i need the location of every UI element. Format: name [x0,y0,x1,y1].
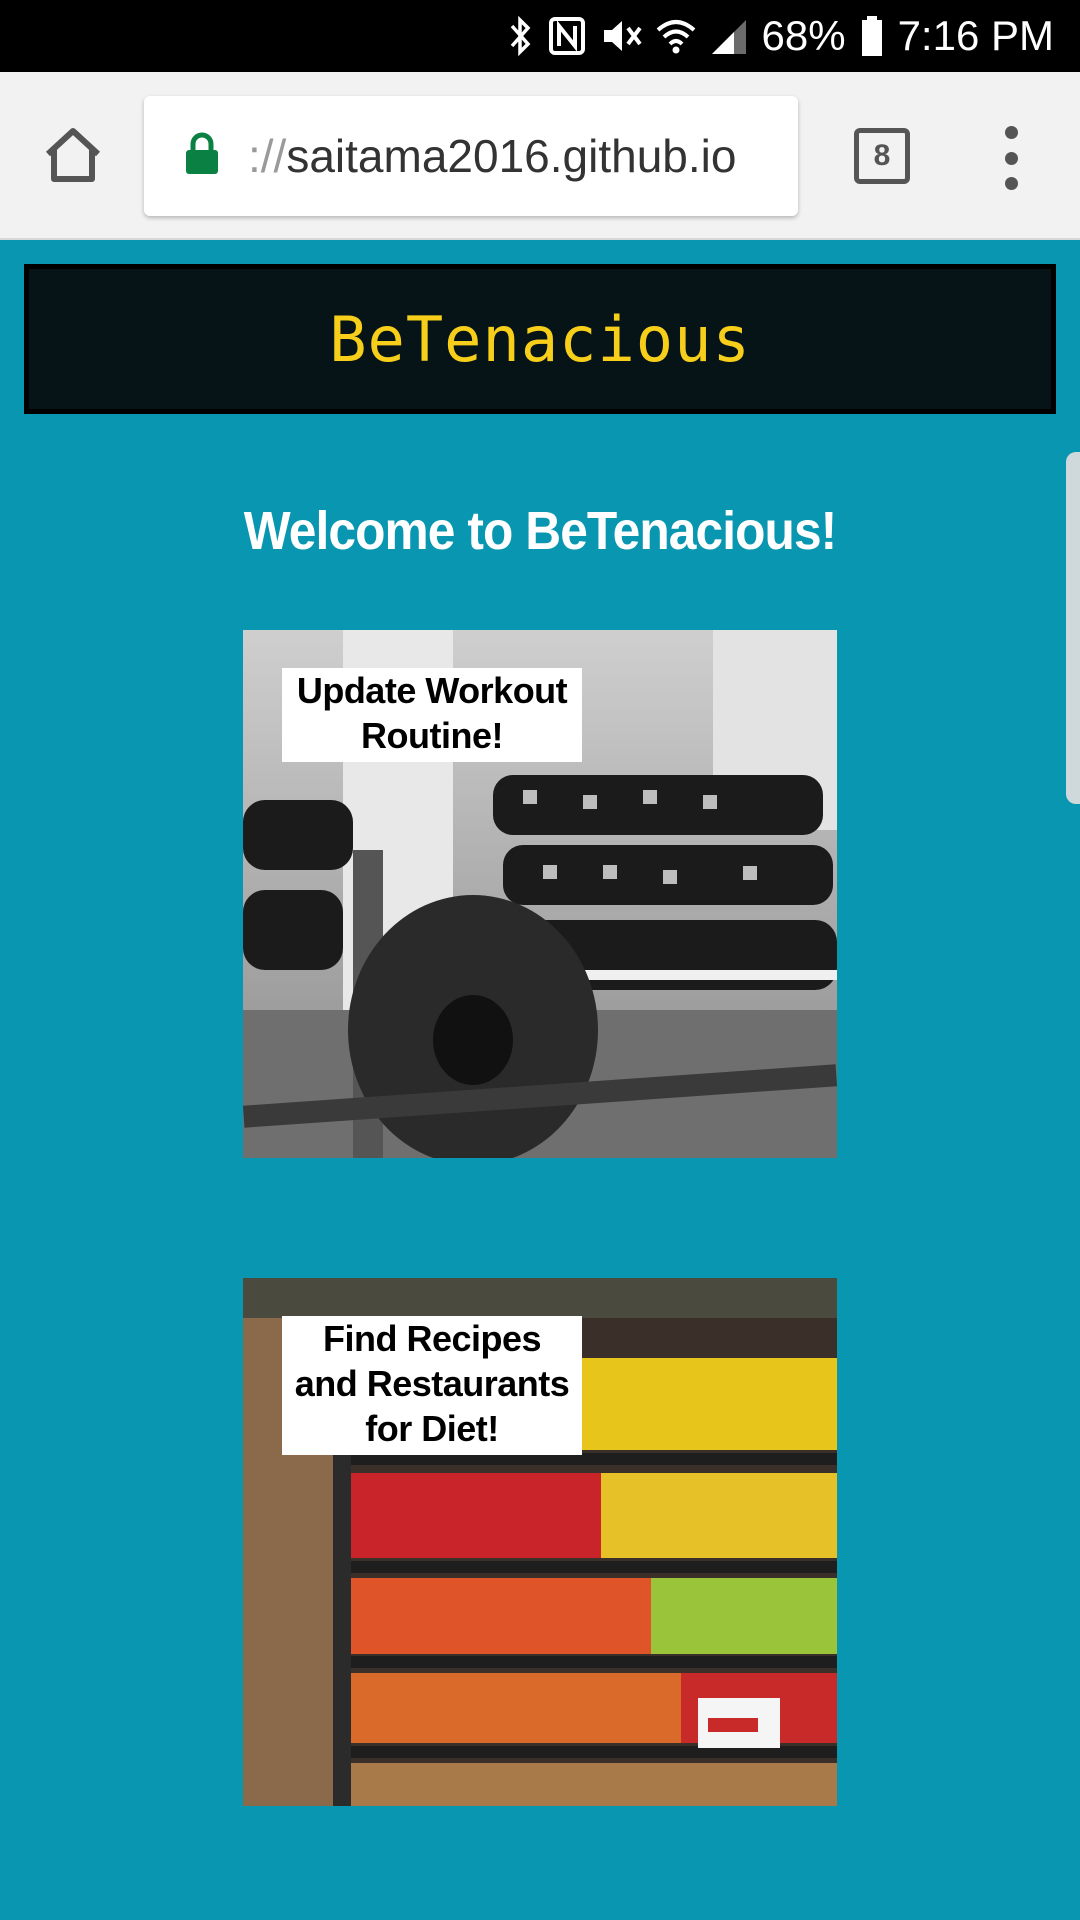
home-button[interactable] [38,122,108,192]
lock-icon [184,132,220,176]
url-scheme: :// [248,130,287,182]
diet-card[interactable]: Find Recipes and Restaurants for Diet! [243,1278,837,1806]
battery-icon [860,15,884,57]
home-icon [42,126,104,189]
nfc-icon [548,16,586,56]
status-bar: 68% 7:16 PM [0,0,1080,72]
url-text: ://saitama2016.github.io [248,96,736,216]
clock: 7:16 PM [897,12,1054,59]
bluetooth-icon [508,16,534,56]
workout-card[interactable]: Update Workout Routine! [243,630,837,1158]
diet-card-label[interactable]: Find Recipes and Restaurants for Diet! [282,1316,582,1455]
battery-percent: 68% [761,12,846,59]
site-header: BeTenacious [24,264,1056,414]
more-vert-icon[interactable] [998,120,1024,196]
tab-switcher-button[interactable]: 8 [854,128,910,184]
mute-icon [600,16,642,56]
address-bar[interactable]: ://saitama2016.github.io [144,96,798,216]
welcome-heading: Welcome to BeTenacious! [243,501,838,561]
workout-card-label[interactable]: Update Workout Routine! [282,668,582,762]
browser-toolbar: ://saitama2016.github.io 8 [0,72,1080,240]
url-host: saitama2016.github.io [286,130,737,182]
scroll-handle[interactable] [1066,452,1080,804]
site-title[interactable]: BeTenacious [329,303,751,376]
wifi-icon [656,16,696,56]
tab-count: 8 [873,139,891,172]
signal-icon [710,16,748,56]
